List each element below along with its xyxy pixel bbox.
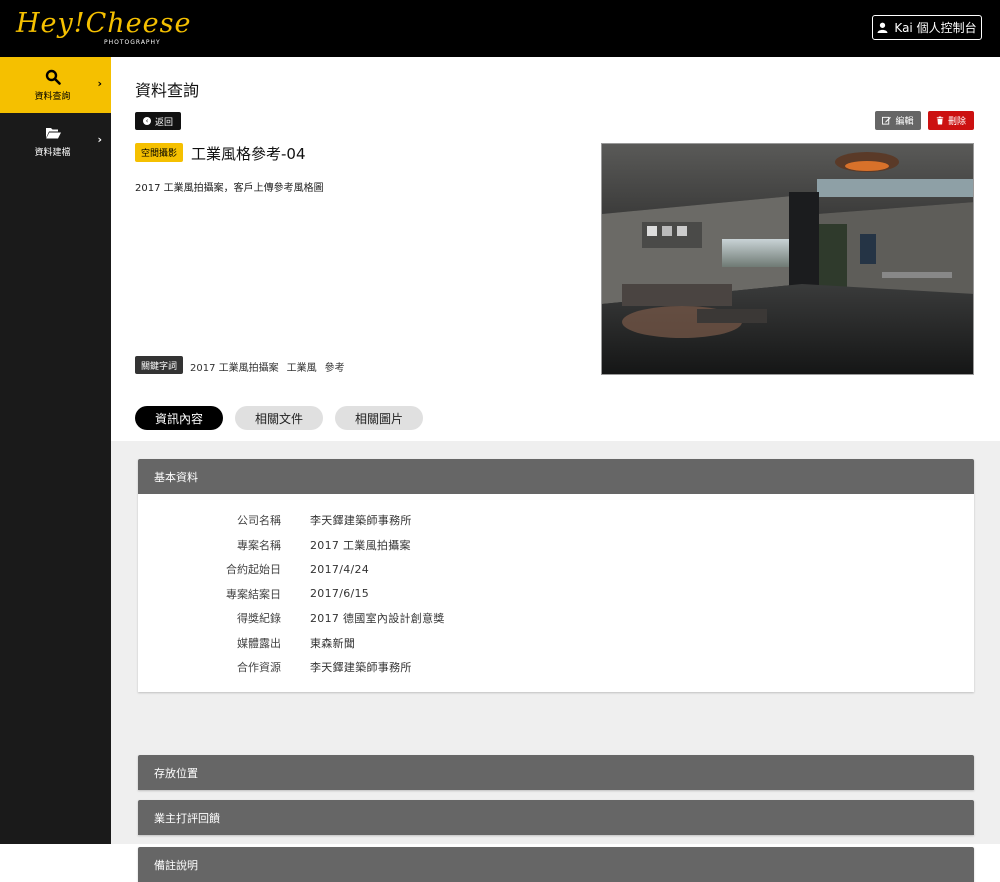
basic-info-panel: 基本資料 公司名稱 李天鐸建築師事務所 專案名稱 2017 工業風拍攝案 合約起… [138, 459, 974, 692]
info-row: 得獎紀錄 2017 德國室內設計創意獎 [138, 606, 974, 631]
tab-images[interactable]: 相關圖片 [335, 406, 424, 430]
sidebar-item-label: 資料建檔 [34, 147, 71, 158]
info-row: 合約起始日 2017/4/24 [138, 557, 974, 582]
panel-area: 基本資料 公司名稱 李天鐸建築師事務所 專案名稱 2017 工業風拍攝案 合約起… [111, 441, 1000, 882]
info-row: 媒體露出 東森新聞 [138, 631, 974, 656]
delete-button[interactable]: 刪除 [928, 111, 974, 130]
logo-wordmark: Hey!Cheese [16, 8, 192, 39]
keyword-tag[interactable]: 工業風 [287, 359, 317, 374]
interior-photo-illustration [602, 144, 973, 374]
notes-panel: 備註說明 [138, 847, 974, 882]
panel-header-feedback[interactable]: 業主打評回饋 [138, 800, 974, 835]
tab-info[interactable]: 資訊內容 [135, 406, 224, 430]
user-button-label: Kai 個人控制台 [894, 21, 977, 35]
info-key: 得獎紀錄 [237, 612, 281, 626]
keyword-tag[interactable]: 2017 工業風拍攝案 [190, 359, 279, 374]
back-button-label: 返回 [154, 117, 173, 128]
keyword-tag[interactable]: 參考 [325, 359, 345, 374]
info-value: 李天鐸建築師事務所 [310, 514, 412, 528]
info-value: 2017 工業風拍攝案 [310, 538, 411, 552]
user-dashboard-button[interactable]: Kai 個人控制台 [872, 15, 982, 40]
page-title: 資料查詢 [135, 81, 200, 100]
trash-icon [936, 116, 944, 125]
info-row: 公司名稱 李天鐸建築師事務所 [138, 508, 974, 533]
folder-open-icon [45, 127, 61, 138]
brand-logo[interactable]: Hey!Cheese PHOTOGRAPHY [16, 8, 190, 52]
category-badge: 空間攝影 [135, 143, 183, 162]
panel-header-basic[interactable]: 基本資料 [138, 459, 974, 494]
basic-info-body: 公司名稱 李天鐸建築師事務所 專案名稱 2017 工業風拍攝案 合約起始日 20… [138, 494, 974, 692]
main-content: 資料查詢 ‹ 返回 編輯 刪除 空間攝影 工業風格參考-04 2017 工業風拍… [111, 57, 1000, 882]
delete-button-label: 刪除 [947, 117, 966, 127]
info-key: 專案結案日 [226, 587, 281, 601]
keywords-badge: 關鍵字詞 [135, 356, 183, 374]
back-button[interactable]: ‹ 返回 [135, 112, 181, 130]
top-bar: Hey!Cheese PHOTOGRAPHY Kai 個人控制台 [0, 0, 1000, 57]
info-value: 李天鐸建築師事務所 [310, 661, 412, 675]
reference-photo[interactable] [601, 143, 974, 375]
info-value: 2017 德國室內設計創意獎 [310, 612, 445, 626]
info-key: 媒體露出 [237, 636, 281, 650]
sidebar-item-create[interactable]: 資料建檔 › [0, 113, 111, 169]
info-row: 合作資源 李天鐸建築師事務所 [138, 655, 974, 680]
info-row: 專案名稱 2017 工業風拍攝案 [138, 533, 974, 558]
edit-button-label: 編輯 [895, 117, 914, 127]
tab-documents[interactable]: 相關文件 [235, 406, 324, 430]
search-icon [45, 69, 61, 85]
info-value: 2017/4/24 [310, 562, 370, 576]
info-key: 公司名稱 [237, 514, 281, 528]
sidebar-item-search[interactable]: 資料查詢 › [0, 57, 111, 113]
info-value: 東森新聞 [310, 636, 356, 650]
storage-panel: 存放位置 [138, 755, 974, 790]
logo-subtitle: PHOTOGRAPHY [104, 39, 161, 46]
user-icon [877, 22, 888, 33]
detail-tabs: 資訊內容 相關文件 相關圖片 [135, 406, 424, 430]
panel-header-notes[interactable]: 備註說明 [138, 847, 974, 882]
edit-icon [882, 116, 892, 125]
info-row: 專案結案日 2017/6/15 [138, 582, 974, 607]
back-arrow-icon: ‹ [142, 117, 151, 125]
edit-button[interactable]: 編輯 [875, 111, 921, 130]
info-key: 合作資源 [237, 661, 281, 675]
info-key: 合約起始日 [226, 563, 281, 577]
item-title: 工業風格參考-04 [191, 145, 306, 163]
sidebar-item-label: 資料查詢 [34, 91, 71, 102]
panel-header-storage[interactable]: 存放位置 [138, 755, 974, 790]
feedback-panel: 業主打評回饋 [138, 800, 974, 835]
chevron-right-icon: › [97, 77, 102, 90]
item-description: 2017 工業風拍攝案，客戶上傳參考風格圖 [135, 183, 324, 194]
keyword-list: 2017 工業風拍攝案 工業風 參考 [190, 359, 345, 374]
chevron-right-icon: › [97, 133, 102, 146]
info-key: 專案名稱 [237, 538, 281, 552]
sidebar: 資料查詢 › 資料建檔 › [0, 57, 111, 844]
info-value: 2017/6/15 [310, 587, 370, 601]
